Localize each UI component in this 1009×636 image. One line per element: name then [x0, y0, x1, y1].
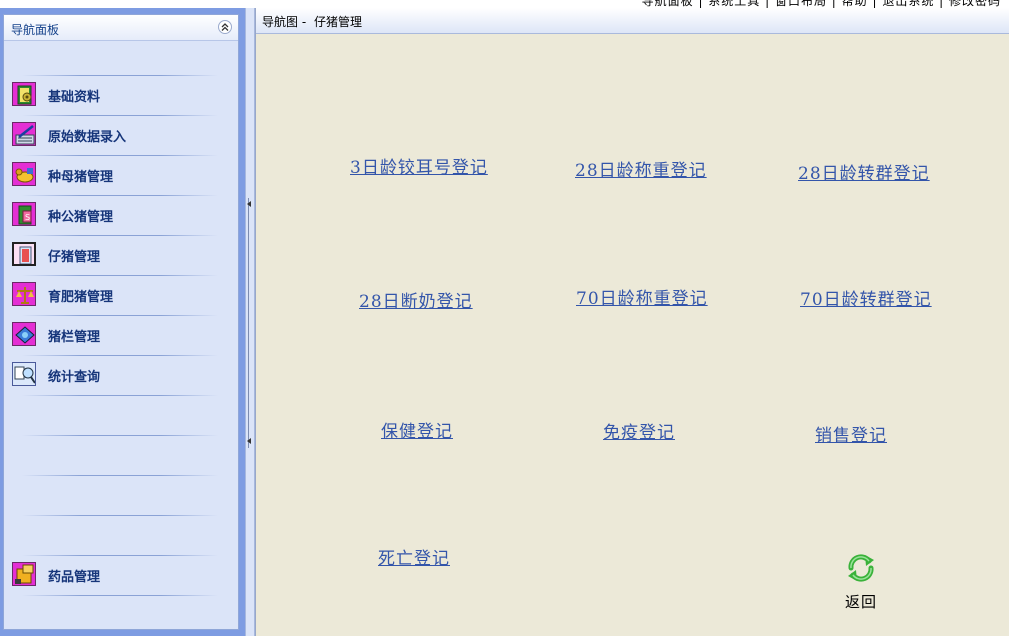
double-chevron-up-icon: [221, 23, 229, 31]
scale-icon: [12, 282, 36, 306]
weaning-28-day-link[interactable]: 28日断奶登记: [359, 287, 473, 312]
nav-separator: [22, 435, 218, 436]
nav-separator: [22, 595, 218, 596]
nav-separator: [22, 315, 218, 316]
magnifier-icon: [12, 362, 36, 386]
nav-item-label: 种母猪管理: [48, 170, 114, 185]
sales-registration-link[interactable]: 销售登记: [815, 421, 887, 446]
nav-item-label: 仔猪管理: [48, 250, 101, 265]
main-header: 导航图 - 仔猪管理: [256, 8, 1009, 34]
navigation-panel: 导航面板 基础资料 原始数据录入 种母猪管理 S 种公猪管理 仔猪管理 育肥猪管…: [3, 14, 239, 630]
main-content: 导航图 - 仔猪管理 3日龄铰耳号登记 28日龄称重登记 28日龄转群登记 28…: [255, 8, 1009, 636]
nav-separator: [22, 155, 218, 156]
svg-text:S: S: [25, 213, 30, 222]
nav-item-sow-management[interactable]: 种母猪管理: [10, 161, 230, 189]
weigh-70-day-link[interactable]: 70日龄称重登记: [576, 284, 708, 309]
nav-item-fattening-pig-management[interactable]: 育肥猪管理: [10, 281, 230, 309]
navigation-frame: 导航面板 基础资料 原始数据录入 种母猪管理 S 种公猪管理 仔猪管理 育肥猪管…: [0, 8, 245, 636]
nav-separator: [22, 475, 218, 476]
boar-book-icon: S: [12, 202, 36, 226]
nav-separator: [22, 515, 218, 516]
medicine-box-icon: [12, 562, 36, 586]
nav-item-label: 种公猪管理: [48, 210, 114, 225]
pen-data-icon: [12, 122, 36, 146]
breadcrumb-prefix: 导航图 -: [262, 15, 307, 29]
transfer-70-day-link[interactable]: 70日龄转群登记: [800, 285, 932, 310]
ear-tag-registration-link[interactable]: 3日龄铰耳号登记: [350, 153, 488, 178]
nav-item-label: 育肥猪管理: [48, 290, 114, 305]
death-registration-link[interactable]: 死亡登记: [378, 544, 450, 569]
back-button[interactable]: 返回: [839, 550, 883, 611]
nav-separator: [22, 555, 218, 556]
nav-item-piglet-management[interactable]: 仔猪管理: [10, 241, 230, 269]
collapse-left-arrow-icon[interactable]: [247, 438, 251, 444]
nav-panel-header: 导航面板: [4, 15, 238, 41]
refresh-arrows-icon: [848, 554, 874, 582]
breadcrumb-current: 仔猪管理: [313, 15, 362, 29]
nav-separator: [22, 355, 218, 356]
nav-item-label: 统计查询: [48, 370, 101, 385]
sow-icon: [12, 162, 36, 186]
app-window: 导航面板 | 系统工具 | 窗口布局 | 帮助 | 退出系统 | 修改密码 导航…: [0, 0, 1009, 636]
breadcrumb: 导航图 - 仔猪管理: [262, 13, 366, 30]
nav-separator: [22, 275, 218, 276]
nav-item-boar-management[interactable]: S 种公猪管理: [10, 201, 230, 229]
nav-item-basic-data[interactable]: 基础资料: [10, 81, 230, 109]
splitter-grip: [248, 198, 252, 448]
weigh-28-day-link[interactable]: 28日龄称重登记: [575, 156, 707, 181]
nav-separator: [22, 75, 218, 76]
nav-separator: [22, 115, 218, 116]
nav-item-label: 基础资料: [48, 90, 101, 105]
nav-item-raw-data-entry[interactable]: 原始数据录入: [10, 121, 230, 149]
immunization-registration-link[interactable]: 免疫登记: [603, 418, 675, 443]
nav-separator: [22, 195, 218, 196]
nav-item-pen-management[interactable]: 猪栏管理: [10, 321, 230, 349]
top-menu-fragment[interactable]: 导航面板 | 系统工具 | 窗口布局 | 帮助 | 退出系统 | 修改密码: [642, 0, 1001, 8]
back-label: 返回: [844, 593, 877, 611]
nav-separator: [22, 395, 218, 396]
collapse-button[interactable]: [218, 20, 232, 34]
healthcare-registration-link[interactable]: 保健登记: [381, 417, 453, 442]
top-menu-strip: 导航面板 | 系统工具 | 窗口布局 | 帮助 | 退出系统 | 修改密码: [255, 0, 1009, 8]
transfer-28-day-link[interactable]: 28日龄转群登记: [798, 159, 930, 184]
panel-splitter[interactable]: [245, 8, 255, 636]
nav-item-label: 猪栏管理: [48, 330, 101, 345]
nav-item-statistics-query[interactable]: 统计查询: [10, 361, 230, 389]
piglet-door-icon: [12, 242, 36, 266]
nav-item-label: 原始数据录入: [48, 130, 127, 145]
nav-separator: [22, 235, 218, 236]
nav-panel-title: 导航面板: [11, 23, 60, 37]
nav-item-medicine-management[interactable]: 药品管理: [10, 561, 230, 589]
book-gear-icon: [12, 82, 36, 106]
pen-house-icon: [12, 322, 36, 346]
nav-item-label: 药品管理: [48, 570, 101, 585]
collapse-left-arrow-icon[interactable]: [247, 201, 251, 207]
